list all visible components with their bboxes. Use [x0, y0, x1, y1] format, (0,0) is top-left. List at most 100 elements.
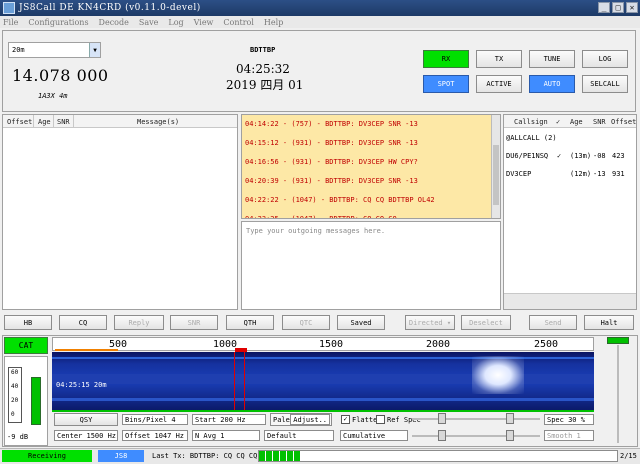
message-line[interactable]: 04:16:56 - (931) - BDTTBP: DV3CEP HW CPY… [242, 153, 500, 172]
message-line[interactable]: 04:14:22 - (757) - BDTTBP: DV3CEP SNR -1… [242, 115, 500, 134]
flatten-checkbox[interactable]: ✓ [341, 415, 350, 424]
auto-reply-button[interactable]: AUTO [529, 75, 575, 93]
active-button[interactable]: ACTIVE [476, 75, 522, 93]
age-cell: (12m) [570, 170, 592, 178]
tick-label: 2000 [426, 339, 451, 350]
qsy-button[interactable]: QSY [54, 413, 118, 426]
start-freq-spinbox[interactable]: Start 200 Hz [192, 414, 266, 425]
my-callsign: BDTTBP [250, 46, 276, 54]
menu-help[interactable]: Help [264, 18, 283, 27]
waterfall-display[interactable]: 04:25:15 20m [52, 352, 594, 410]
halt-button[interactable]: Halt [584, 315, 634, 330]
deselect-button[interactable]: Deselect [461, 315, 511, 330]
menu-configurations[interactable]: Configurations [28, 18, 88, 27]
menu-view[interactable]: View [194, 18, 214, 27]
close-button[interactable]: ✕ [626, 2, 638, 13]
adjust-button[interactable]: Adjust.. [290, 414, 330, 425]
mode-status: JS8 [98, 450, 144, 462]
tune-button[interactable]: TUNE [529, 50, 575, 68]
reply-button[interactable]: Reply [114, 315, 164, 330]
smooth-spinbox[interactable]: Smooth 1 [544, 430, 594, 441]
saved-button[interactable]: Saved [337, 315, 385, 330]
band-select[interactable]: 20m ▼ [8, 42, 101, 58]
tick-label: 2500 [534, 339, 559, 350]
offset-freq-spinbox[interactable]: Offset 1047 Hz [122, 430, 188, 441]
wf-gain-slider[interactable] [506, 430, 514, 441]
slider-track [617, 345, 619, 443]
center-freq-spinbox[interactable]: Center 1500 Hz [54, 430, 118, 441]
tx-window [234, 352, 245, 410]
menu-file[interactable]: File [3, 18, 18, 27]
plot-zero-slider[interactable] [438, 413, 446, 424]
tx-button[interactable]: TX [476, 50, 522, 68]
slider-handle[interactable] [607, 337, 629, 344]
waterfall-mode-select[interactable]: Cumulative [340, 430, 408, 441]
cat-indicator[interactable]: CAT [4, 337, 48, 354]
spot-button[interactable]: SPOT [423, 75, 469, 93]
rx-button[interactable]: RX [423, 50, 469, 68]
header-check[interactable]: ✓ [556, 118, 560, 126]
signal-meter: 60 40 20 0 -9 dB [4, 356, 48, 446]
snr-button[interactable]: SNR [170, 315, 218, 330]
call-row[interactable]: @ALLCALL (2) [504, 129, 636, 147]
rx-gain-slider[interactable] [600, 337, 636, 445]
header-snr[interactable]: SNR [593, 118, 606, 126]
header-callsign[interactable]: Callsign [514, 118, 548, 126]
directed-dropdown[interactable]: Directed ▾ [405, 315, 455, 330]
message-line[interactable]: 04:22:22 - (1047) - BDTTBP: CQ CQ BDTTBP… [242, 191, 500, 210]
snr-cell: -13 [593, 170, 606, 178]
band-activity-list[interactable]: Offset Age SNR Message(s) [2, 114, 238, 310]
palette-select[interactable]: Default [264, 430, 334, 441]
n-avg-spinbox[interactable]: N Avg 1 [192, 430, 260, 441]
bins-per-pixel-spinbox[interactable]: Bins/Pixel 4 [122, 414, 188, 425]
header-offset[interactable]: Offset [7, 118, 32, 126]
call-activity-list[interactable]: Callsign ✓ Age SNR Offset @ALLCALL (2) D… [503, 114, 637, 310]
qth-button[interactable]: QTH [226, 315, 274, 330]
header-snr[interactable]: SNR [57, 118, 70, 126]
cq-button[interactable]: CQ [59, 315, 107, 330]
plot-gain-slider[interactable] [506, 413, 514, 424]
menu-save[interactable]: Save [139, 18, 159, 27]
divider [33, 115, 34, 128]
header-age[interactable]: Age [38, 118, 51, 126]
message-line[interactable]: 04:20:39 - (931) - BDTTBP: DV3CEP SNR -1… [242, 172, 500, 191]
menu-decode[interactable]: Decode [99, 18, 129, 27]
call-row[interactable]: DV3CEP (12m) -13 931 [504, 165, 636, 183]
header-age[interactable]: Age [570, 118, 583, 126]
minimize-button[interactable]: _ [598, 2, 610, 13]
ref-spec-checkbox[interactable] [376, 415, 385, 424]
call-row[interactable]: DU6/PE1NSQ ✓ (13m) -08 423 [504, 147, 636, 165]
frequency-display: 14.078 000 [12, 66, 109, 85]
send-button[interactable]: Send [529, 315, 577, 330]
scrollbar-thumb[interactable] [493, 145, 499, 205]
calls-scrollbar[interactable] [504, 293, 636, 309]
compose-textarea[interactable]: Type your outgoing messages here. [241, 221, 501, 310]
menu-control[interactable]: Control [223, 18, 254, 27]
menu-bar: File Configurations Decode Save Log View… [0, 16, 640, 28]
compose-placeholder: Type your outgoing messages here. [246, 227, 386, 235]
message-log-scrollbar[interactable] [491, 115, 500, 218]
meter-bar [31, 377, 41, 425]
selcall-button[interactable]: SELCALL [582, 75, 628, 93]
header-offset[interactable]: Offset [611, 118, 636, 126]
meter-label: 60 [11, 369, 19, 376]
waterfall-scale[interactable]: 500 1000 1500 2000 2500 [52, 337, 594, 352]
slider-track [412, 435, 540, 437]
snr-cell: -08 [593, 152, 606, 160]
qtc-button[interactable]: QTC [282, 315, 330, 330]
maximize-button[interactable]: □ [612, 2, 624, 13]
menu-log[interactable]: Log [168, 18, 183, 27]
frequency-subtext: 1A3X 4m [38, 92, 68, 100]
log-button[interactable]: LOG [582, 50, 628, 68]
check-icon: ✓ [557, 152, 562, 160]
message-log[interactable]: 04:14:22 - (757) - BDTTBP: DV3CEP SNR -1… [241, 114, 501, 219]
message-line[interactable]: 04:15:12 - (931) - BDTTBP: DV3CEP SNR -1… [242, 134, 500, 153]
tick-label: 1500 [319, 339, 344, 350]
tx-progress-bar [258, 450, 618, 462]
meter-db-label: -9 dB [7, 433, 29, 441]
message-line[interactable]: 04:23:25 - (1047) - BDTTBP: CQ CQ CQ [242, 210, 500, 218]
spec-percent-spinbox[interactable]: Spec 30 % [544, 414, 594, 425]
hb-button[interactable]: HB [4, 315, 52, 330]
wf-zero-slider[interactable] [438, 430, 446, 441]
header-messages[interactable]: Message(s) [137, 118, 179, 126]
